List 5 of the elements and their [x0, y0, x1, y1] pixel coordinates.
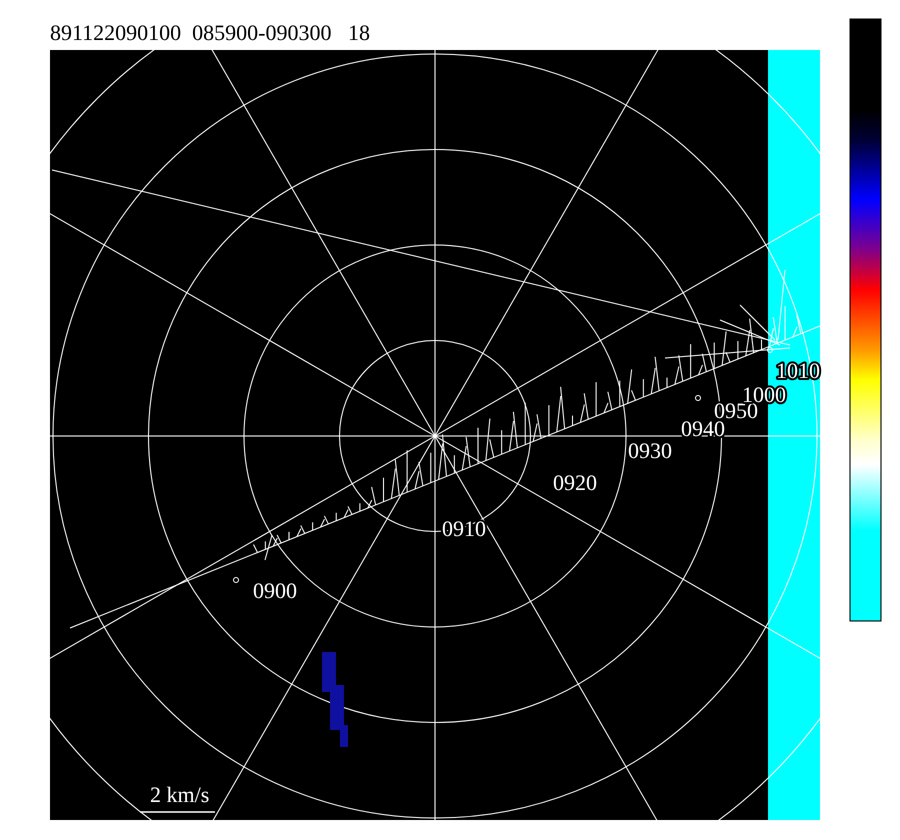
plot-title: 891122090100 085900-090300 18: [50, 20, 370, 45]
time-label: 0920: [553, 470, 597, 495]
time-label: 0900: [253, 578, 297, 603]
scale-label: 2 km/s: [150, 782, 210, 807]
time-label: 0930: [628, 438, 672, 463]
